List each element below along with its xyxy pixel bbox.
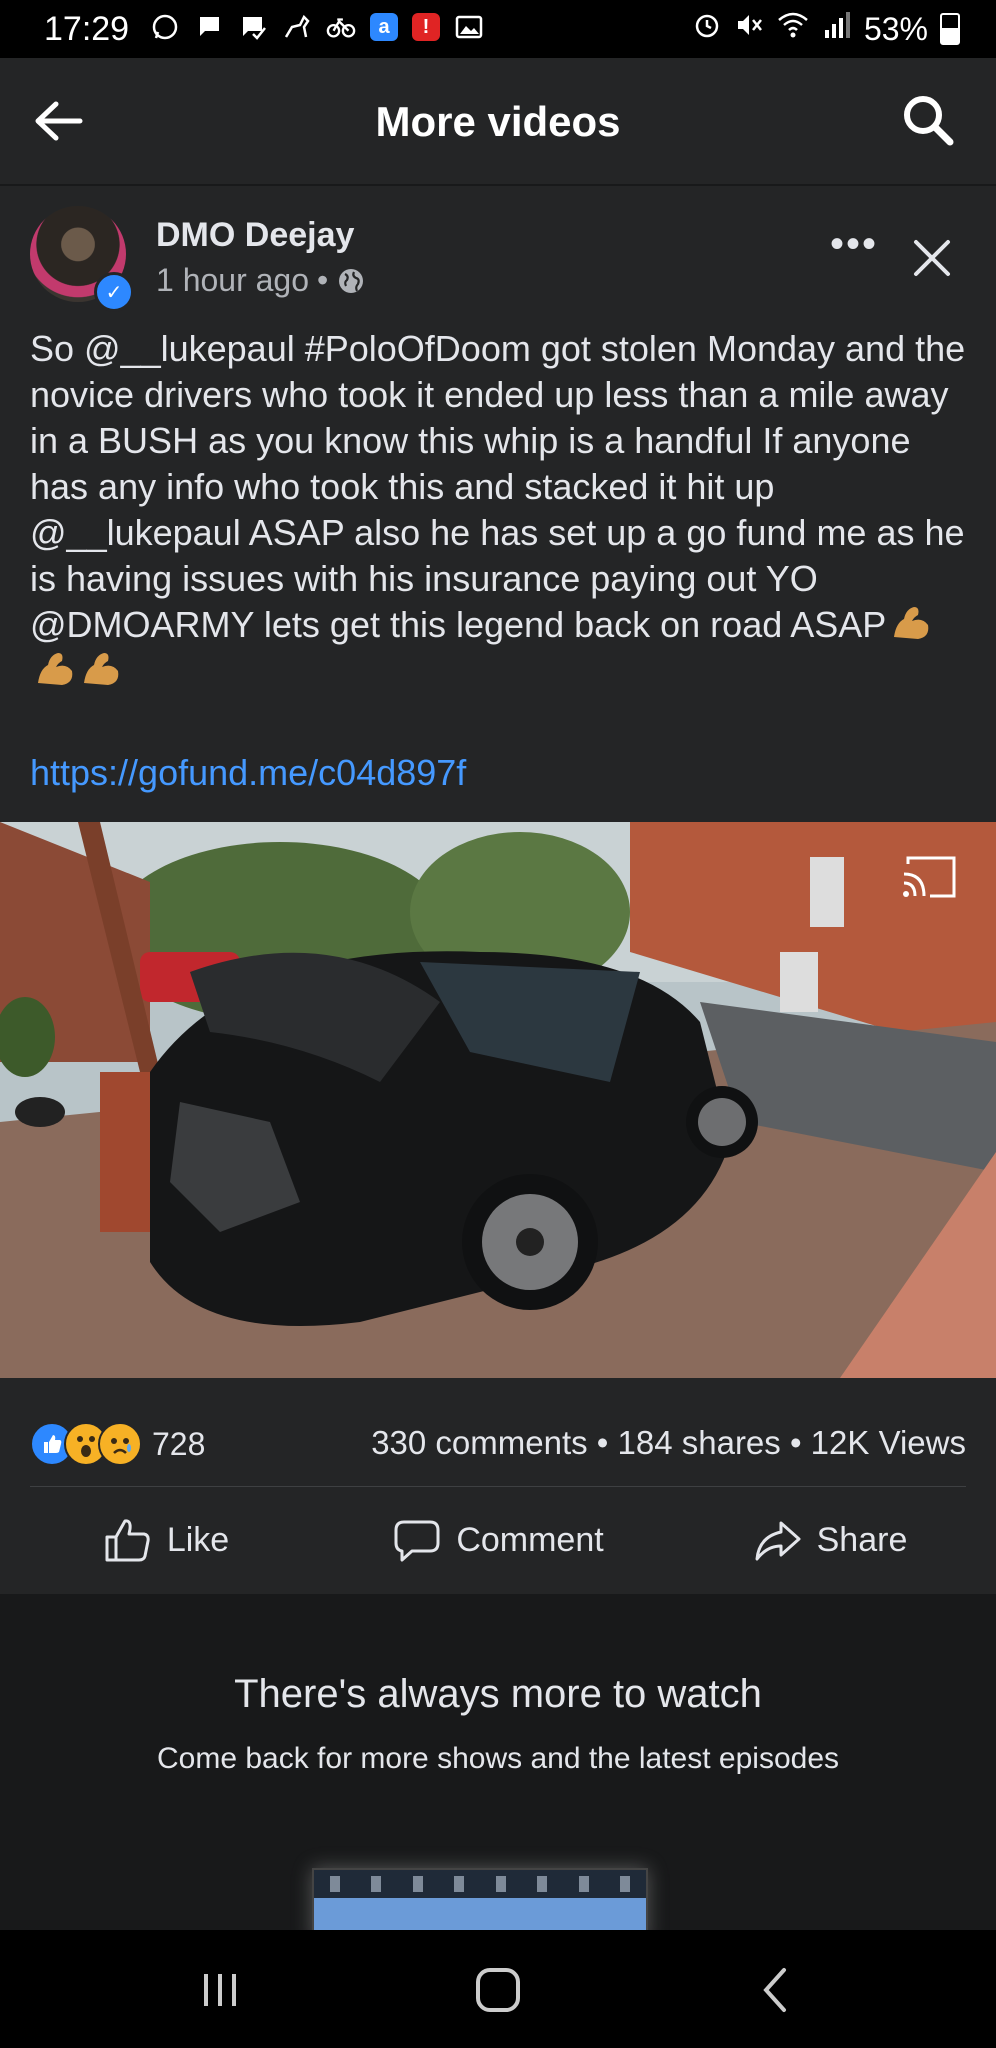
meta-separator: • — [317, 262, 329, 298]
notification-icons: a ! — [150, 12, 484, 42]
flexed-biceps-icon — [894, 607, 929, 639]
page-title: More videos — [375, 98, 621, 145]
reaction-summary[interactable]: 728 — [30, 1422, 205, 1466]
bike-icon — [326, 12, 356, 42]
more-to-watch-section: There's always more to watch Come back f… — [0, 1596, 996, 1930]
share-button[interactable]: Share — [664, 1488, 996, 1592]
status-time: 17:29 — [44, 10, 130, 48]
divider — [30, 1486, 966, 1487]
signal-icon — [822, 10, 852, 48]
share-label: Share — [816, 1520, 908, 1559]
verified-badge-icon: ✓ — [94, 272, 134, 312]
horse-icon — [282, 12, 312, 42]
status-bar: 17:29 a ! 53% — [0, 0, 996, 58]
more-options-button[interactable]: ••• — [830, 224, 878, 264]
video-thumbnail-preview[interactable] — [312, 1868, 648, 1930]
flexed-biceps-icon — [84, 653, 119, 685]
video-player[interactable] — [0, 822, 996, 1378]
chat-icon — [194, 12, 224, 42]
engagement-summary[interactable]: 330 comments • 184 shares • 12K Views — [371, 1424, 966, 1462]
post-timestamp: 1 hour ago — [156, 262, 310, 298]
flexed-biceps-icon — [38, 653, 73, 685]
home-icon[interactable] — [468, 1960, 528, 2020]
film-strip — [314, 1870, 646, 1898]
more-title: There's always more to watch — [234, 1672, 762, 1716]
post-body: So @__lukepaul #PoloOfDoom got stolen Mo… — [30, 328, 966, 645]
post-author[interactable]: DMO Deejay — [156, 216, 354, 255]
thumbnail-screen — [314, 1898, 646, 1930]
thumbs-up-icon — [105, 1519, 150, 1562]
system-nav-bar — [0, 1930, 996, 2048]
wifi-icon — [776, 10, 810, 48]
comment-button[interactable]: Comment — [332, 1488, 664, 1592]
comment-icon — [394, 1520, 440, 1562]
post-stats: 728 330 comments • 184 shares • 12K View… — [0, 1406, 996, 1478]
close-icon[interactable] — [910, 236, 954, 280]
back-nav-icon[interactable] — [746, 1960, 806, 2020]
more-subtitle: Come back for more shows and the latest … — [156, 1742, 840, 1775]
alarm-icon — [692, 10, 722, 48]
like-button[interactable]: Like — [0, 1488, 332, 1592]
a-app-icon: a — [370, 13, 398, 41]
reaction-count: 728 — [152, 1425, 206, 1462]
cast-icon[interactable] — [900, 854, 958, 900]
mute-icon — [734, 10, 764, 48]
like-label: Like — [166, 1520, 230, 1559]
post-actions: Like Comment Share — [0, 1488, 996, 1592]
battery-percent: 53% — [863, 10, 928, 47]
post-link[interactable]: https://gofund.me/c04d897f — [30, 752, 466, 794]
share-arrow-icon — [755, 1521, 801, 1561]
sad-reaction-icon — [98, 1422, 142, 1466]
alert-app-icon: ! — [412, 13, 440, 41]
post-text: So @__lukepaul #PoloOfDoom got stolen Mo… — [30, 326, 966, 694]
system-icons: 53% — [692, 10, 960, 48]
globe-icon — [339, 268, 364, 293]
video-thumbnail — [0, 822, 996, 1378]
chat-check-icon — [238, 12, 268, 42]
search-icon[interactable] — [898, 90, 958, 150]
recent-apps-icon[interactable] — [190, 1960, 250, 2020]
post-meta: 1 hour ago • — [156, 262, 366, 299]
whatsapp-icon — [150, 12, 180, 42]
image-icon — [454, 12, 484, 42]
comment-label: Comment — [456, 1520, 604, 1559]
app-bar: More videos — [0, 58, 996, 184]
battery-icon — [940, 13, 960, 45]
